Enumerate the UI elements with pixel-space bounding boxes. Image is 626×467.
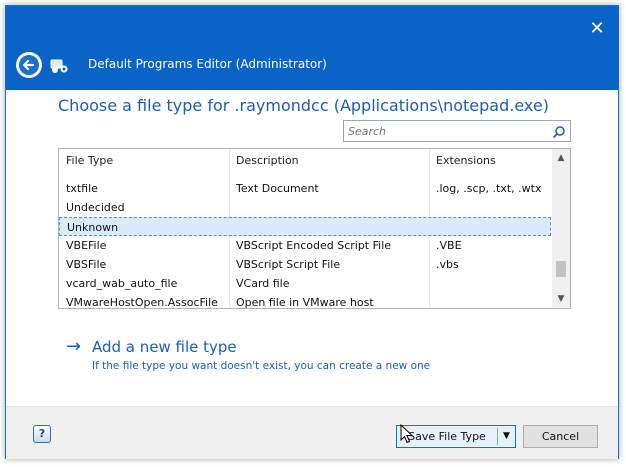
description-cell: [230, 218, 430, 237]
mouse-pointer-icon: [400, 423, 414, 444]
scroll-up-icon[interactable]: ▲: [552, 149, 570, 167]
extensions-cell: .VBE: [436, 239, 462, 252]
description-cell: VBScript Encoded Script File: [236, 239, 392, 252]
column-header-description[interactable]: Description: [229, 149, 429, 173]
file-type-cell: VBEFile: [66, 239, 107, 252]
column-header-file-type[interactable]: File Type: [59, 149, 229, 173]
page-title: Choose a file type for .raymondcc (Appli…: [58, 96, 549, 115]
vertical-scrollbar[interactable]: ▲ ▼: [552, 149, 570, 308]
file-type-cell: Unknown: [67, 221, 119, 234]
chevron-down-icon[interactable]: ▼: [498, 426, 515, 447]
description-cell: Text Document: [236, 182, 319, 195]
title-bar: ✕ Default Programs Editor (Administrator…: [6, 6, 618, 90]
file-type-cell: vcard_wab_auto_file: [66, 277, 178, 290]
dialog-footer: ? Save File Type ▼ Cancel: [6, 406, 618, 459]
file-type-cell: VBSFile: [66, 258, 107, 271]
window-title: Default Programs Editor (Administrator): [88, 57, 327, 71]
description-cell: [229, 198, 429, 217]
extensions-cell: .vbs: [436, 258, 459, 271]
add-file-type-title[interactable]: Add a new file type: [92, 337, 237, 357]
table-row[interactable]: VBSFile VBScript Script File .vbs: [59, 255, 551, 274]
table-row[interactable]: vcard_wab_auto_file VCard file: [59, 274, 551, 293]
description-cell: VCard file: [236, 277, 290, 290]
add-file-type-description: If the file type you want doesn't exist,…: [92, 360, 431, 372]
table-row[interactable]: txtfile Text Document .log, .scp, .txt, …: [59, 179, 551, 198]
table-row[interactable]: Undecided: [59, 198, 551, 217]
close-button[interactable]: ✕: [586, 18, 608, 40]
table-row-selected[interactable]: Unknown: [59, 217, 551, 236]
scrollbar-thumb[interactable]: [556, 261, 566, 277]
file-type-table: File Type Description Extensions txtfile…: [58, 148, 571, 309]
file-type-cell: txtfile: [66, 182, 98, 195]
dialog-window: ✕ Default Programs Editor (Administrator…: [5, 5, 619, 459]
extensions-cell: [429, 198, 551, 217]
column-header-extensions[interactable]: Extensions: [429, 149, 551, 173]
file-type-cell: VMwareHostOpen.AssocFile: [66, 296, 218, 309]
table-header: File Type Description Extensions: [59, 149, 551, 173]
table-row[interactable]: VBEFile VBScript Encoded Script File .VB…: [59, 236, 551, 255]
description-cell: VBScript Script File: [236, 258, 341, 271]
help-icon: ?: [38, 427, 46, 440]
save-file-type-split-button[interactable]: Save File Type ▼: [396, 425, 516, 448]
description-cell: Open file in VMware host: [236, 296, 374, 309]
extensions-cell: [429, 293, 551, 308]
extensions-cell: [429, 274, 551, 293]
extensions-cell: [430, 218, 552, 237]
help-button[interactable]: ?: [33, 425, 51, 443]
file-type-cell: Undecided: [66, 201, 125, 214]
extensions-cell: .log, .scp, .txt, .wtx: [436, 182, 542, 195]
search-input[interactable]: [348, 122, 548, 140]
cancel-button[interactable]: Cancel: [523, 425, 598, 448]
search-icon[interactable]: [552, 124, 566, 139]
search-box[interactable]: [343, 120, 571, 142]
back-arrow-icon[interactable]: [16, 52, 42, 78]
scroll-down-icon[interactable]: ▼: [552, 290, 570, 308]
app-icon: [50, 56, 70, 74]
table-row[interactable]: VMwareHostOpen.AssocFile Open file in VM…: [59, 293, 551, 309]
arrow-right-icon: →: [66, 336, 82, 357]
